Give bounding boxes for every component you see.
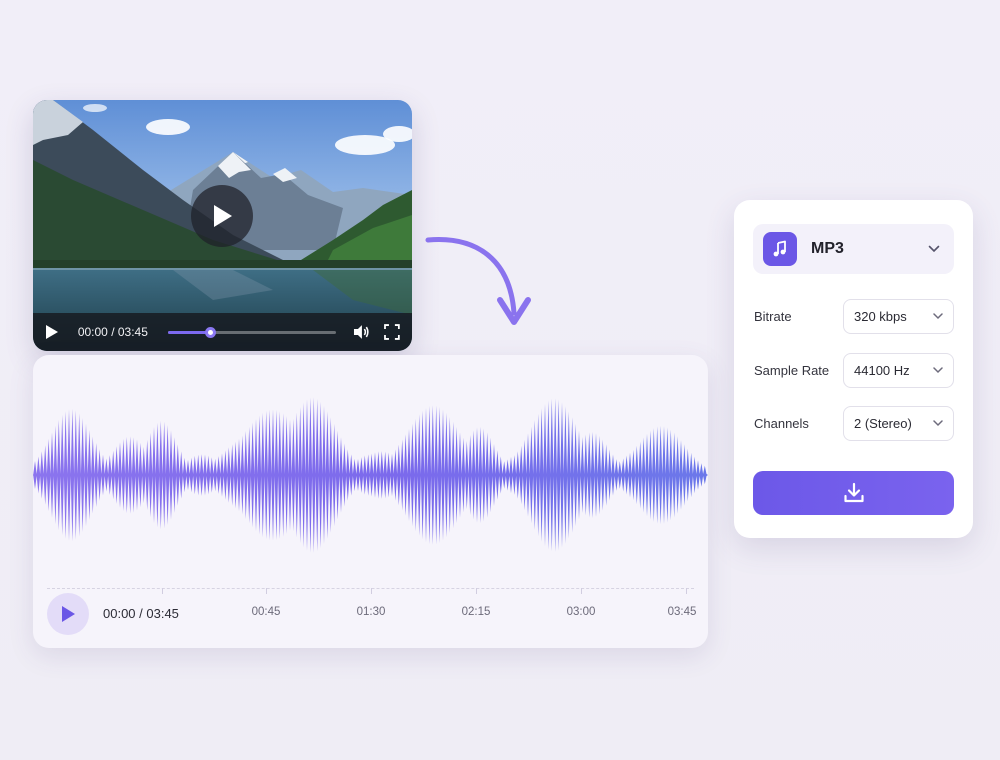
download-icon (843, 482, 864, 503)
video-controls-play-button[interactable] (45, 323, 63, 341)
volume-icon[interactable] (352, 323, 370, 341)
fullscreen-icon[interactable] (384, 324, 400, 340)
timeline-tick-mark (371, 588, 372, 594)
video-seek-bar[interactable] (167, 326, 337, 338)
timeline-tick-mark (476, 588, 477, 594)
chevron-down-icon (928, 245, 940, 253)
bitrate-label: Bitrate (754, 309, 792, 324)
chevron-down-icon (933, 367, 943, 374)
audio-waveform[interactable] (33, 385, 708, 565)
bitrate-value: 320 kbps (854, 309, 907, 324)
play-icon (62, 606, 75, 622)
sample-rate-select[interactable]: 44100 Hz (843, 353, 954, 388)
audio-time: 00:00 / 03:45 (103, 606, 179, 621)
channels-select[interactable]: 2 (Stereo) (843, 406, 954, 441)
channels-label: Channels (754, 416, 809, 431)
sample-rate-value: 44100 Hz (854, 363, 910, 378)
video-play-button[interactable] (191, 185, 253, 247)
bitrate-row: Bitrate 320 kbps (754, 299, 954, 334)
chevron-down-icon (933, 313, 943, 320)
timeline-tick-mark (581, 588, 582, 594)
music-note-icon (763, 232, 797, 266)
channels-value: 2 (Stereo) (854, 416, 912, 431)
timeline-tick-label: 03:00 (566, 606, 596, 618)
audio-player: 00:00 / 03:45 00:45 01:30 02:15 03:00 03… (33, 355, 708, 648)
timeline-tick-label: 03:45 (667, 606, 697, 618)
video-seek-fill (167, 330, 210, 334)
timeline-tick-mark (266, 588, 267, 594)
bitrate-select[interactable]: 320 kbps (843, 299, 954, 334)
video-seek-thumb[interactable] (204, 326, 216, 338)
timeline-tick-label: 02:15 (461, 606, 491, 618)
play-icon (46, 325, 58, 339)
channels-row: Channels 2 (Stereo) (754, 406, 954, 441)
video-player[interactable]: 00:00 / 03:45 (33, 100, 412, 351)
video-controls: 00:00 / 03:45 (33, 313, 412, 351)
video-time: 00:00 / 03:45 (77, 325, 148, 339)
timeline-tick-mark (162, 588, 163, 594)
format-label: MP3 (811, 240, 844, 257)
format-select[interactable]: MP3 (753, 224, 954, 274)
chevron-down-icon (933, 420, 943, 427)
audio-play-button[interactable] (47, 593, 89, 635)
timeline-tick-label: 01:30 (356, 606, 386, 618)
play-icon (214, 205, 232, 227)
sample-rate-label: Sample Rate (754, 363, 830, 378)
export-settings-panel: MP3 Bitrate 320 kbps Sample Rate 44100 H… (734, 200, 973, 538)
sample-rate-row: Sample Rate 44100 Hz (754, 353, 954, 388)
timeline-tick-mark (686, 588, 687, 594)
conversion-arrow-icon (425, 237, 531, 325)
download-button[interactable] (753, 471, 954, 515)
timeline-tick-label: 00:45 (251, 606, 281, 618)
